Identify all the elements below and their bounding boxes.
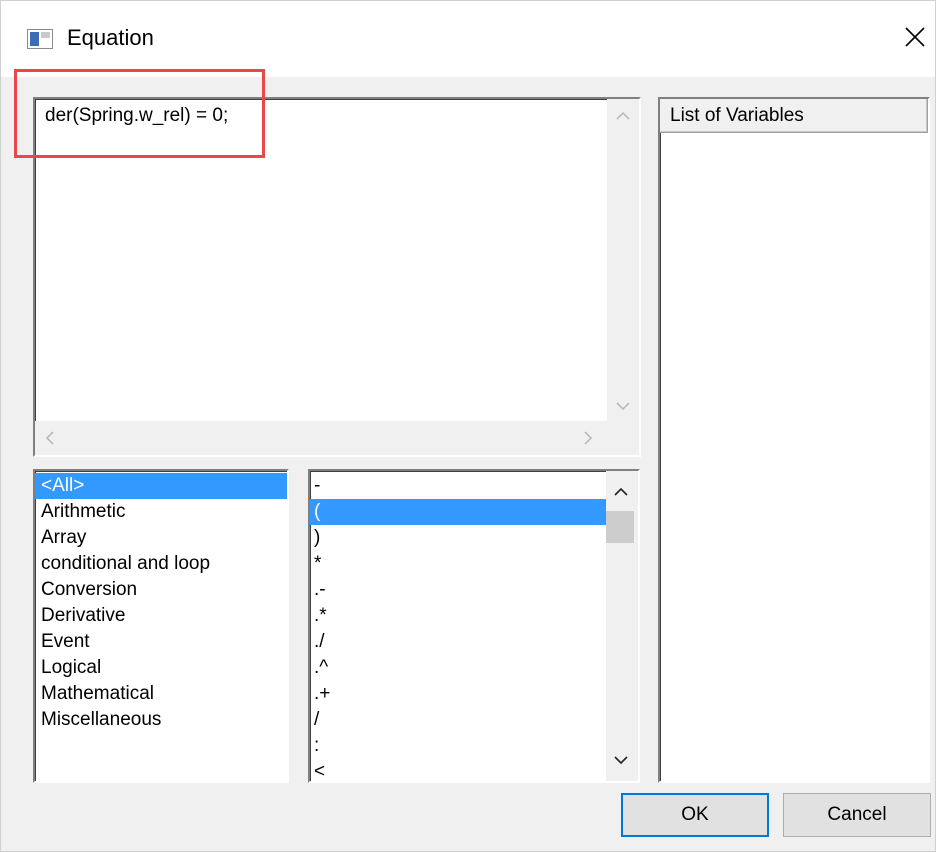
scroll-corner <box>607 421 639 455</box>
operator-list-item[interactable]: : <box>310 733 606 759</box>
category-list[interactable]: <All> Arithmetic Array conditional and loop… <box>33 469 289 783</box>
category-list-item[interactable]: conditional and loop <box>35 551 287 577</box>
operator-list-scrollbar[interactable] <box>606 471 638 781</box>
operator-list-item[interactable]: - <box>310 473 606 499</box>
chevron-left-icon[interactable] <box>45 431 55 447</box>
operator-list[interactable]: -() * .- .* ./.^ .+ /: < <box>308 469 640 783</box>
ok-button[interactable]: OK <box>621 793 769 837</box>
chevron-up-icon[interactable] <box>616 109 630 123</box>
equation-editor[interactable]: der(Spring.w_rel) = 0; <box>33 97 641 457</box>
chevron-up-icon[interactable] <box>614 485 628 499</box>
operator-list-item[interactable]: .^ <box>310 655 606 681</box>
category-list-item[interactable]: <All> <box>35 473 287 499</box>
close-icon <box>905 27 925 47</box>
operator-list-item[interactable]: / <box>310 707 606 733</box>
operator-list-item[interactable]: ./ <box>310 629 606 655</box>
chevron-down-icon[interactable] <box>616 399 630 413</box>
window-title: Equation <box>67 25 154 50</box>
title-bar[interactable]: Equation <box>1 1 935 77</box>
equation-dialog: Equation der(Spring.w_rel) = 0; <All> Ar… <box>0 0 936 852</box>
operator-list-item[interactable]: .* <box>310 603 606 629</box>
chevron-right-icon[interactable] <box>583 431 593 447</box>
editor-vertical-scrollbar[interactable] <box>607 99 639 421</box>
operator-list-item[interactable]: * <box>310 551 606 577</box>
operator-items: -() * .- .* ./.^ .+ /: < <box>310 473 606 781</box>
category-list-item[interactable]: Arithmetic <box>35 499 287 525</box>
variables-list-header[interactable]: List of Variables <box>660 99 928 133</box>
cancel-button[interactable]: Cancel <box>783 793 931 837</box>
category-list-item[interactable]: Conversion <box>35 577 287 603</box>
category-list-item[interactable]: Derivative <box>35 603 287 629</box>
close-button[interactable] <box>897 17 933 57</box>
category-list-item[interactable]: Logical <box>35 655 287 681</box>
category-items: <All> Arithmetic Array conditional and loop… <box>35 471 287 733</box>
chevron-down-icon[interactable] <box>614 753 628 767</box>
scrollbar-thumb[interactable] <box>606 511 634 543</box>
category-list-item[interactable]: Event <box>35 629 287 655</box>
editor-horizontal-scrollbar[interactable] <box>35 421 607 455</box>
category-list-item[interactable]: Array <box>35 525 287 551</box>
operator-list-item[interactable]: ) <box>310 525 606 551</box>
variables-list[interactable]: List of Variables <box>658 97 930 783</box>
category-list-item[interactable]: Miscellaneous <box>35 707 287 733</box>
operator-list-item[interactable]: .- <box>310 577 606 603</box>
operator-list-item[interactable]: .+ <box>310 681 606 707</box>
equation-text[interactable]: der(Spring.w_rel) = 0; <box>45 105 228 127</box>
operator-list-item[interactable]: < <box>310 759 606 781</box>
operator-list-item[interactable]: ( <box>310 499 606 525</box>
app-window-icon <box>27 29 53 49</box>
category-list-item[interactable]: Mathematical <box>35 681 287 707</box>
